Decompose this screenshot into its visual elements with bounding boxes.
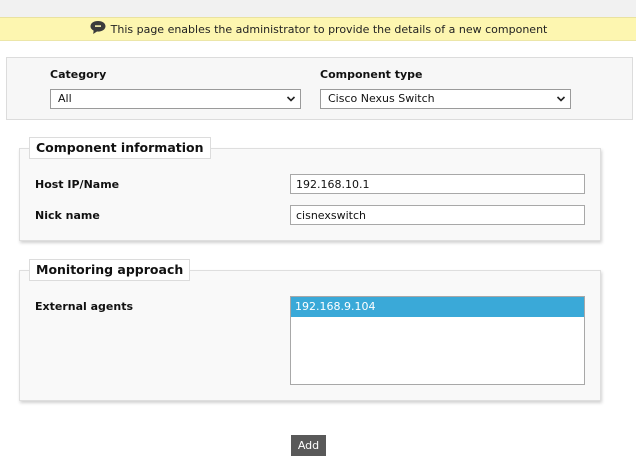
category-label: Category [50, 68, 107, 81]
speech-bubble-icon [90, 21, 106, 34]
info-banner: This page enables the administrator to p… [0, 17, 636, 41]
host-input[interactable] [290, 174, 585, 194]
external-agents-listbox[interactable]: 192.168.9.104 [290, 296, 585, 385]
component-info-section [19, 148, 601, 241]
banner-text: This page enables the administrator to p… [110, 22, 548, 36]
host-label: Host IP/Name [35, 178, 120, 191]
chevron-down-icon [556, 96, 566, 102]
category-select-value: All [58, 92, 72, 105]
component-info-legend: Component information [29, 137, 211, 159]
top-strip [0, 0, 636, 17]
external-agents-label: External agents [35, 300, 134, 313]
component-type-select-value: Cisco Nexus Switch [328, 92, 435, 105]
add-button[interactable]: Add [291, 435, 326, 456]
nick-name-input[interactable] [290, 205, 585, 225]
monitoring-legend: Monitoring approach [29, 259, 191, 281]
list-item[interactable]: 192.168.9.104 [291, 297, 584, 317]
category-select[interactable]: All [50, 89, 301, 109]
component-type-select[interactable]: Cisco Nexus Switch [320, 89, 571, 109]
nick-name-label: Nick name [35, 209, 100, 222]
filter-panel: Category All Component type Cisco Nexus … [6, 57, 633, 120]
chevron-down-icon [286, 96, 296, 102]
component-type-label: Component type [320, 68, 423, 81]
